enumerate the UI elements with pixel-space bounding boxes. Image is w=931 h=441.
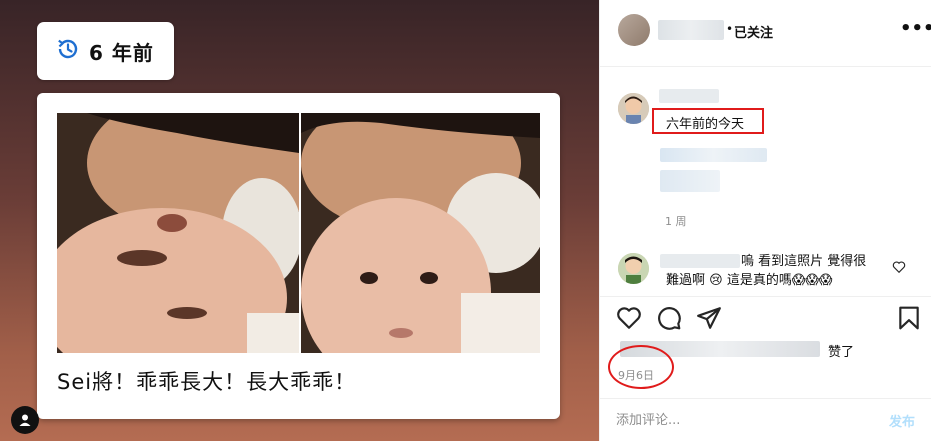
caption-redacted-2: [660, 170, 720, 192]
photo-father-baby-right: [301, 113, 540, 353]
caption-time-ago: 1 周: [665, 215, 687, 228]
heart-icon[interactable]: [616, 305, 642, 331]
author-name-redacted[interactable]: [658, 20, 724, 40]
caption-redacted-1: [660, 148, 767, 162]
comment-line-2: 難過啊 😢 這是真的嗎😱😱😱: [666, 273, 833, 288]
paper-plane-icon[interactable]: [696, 305, 722, 331]
post-caption-text: Sei將！乖乖長大！長大乖乖！: [57, 370, 357, 394]
post-comment-button[interactable]: 发布: [889, 411, 915, 430]
add-comment-bar: 发布: [600, 398, 931, 441]
instagram-post-view: 6 年前 Sei將！乖乖長大！長大乖乖！ • 已关注 •• 六年前的今天 1 周…: [0, 0, 931, 441]
comment-text: 嗚 看到這照片 覺得很 難過啊 😢 這是真的嗎😱😱😱: [666, 252, 886, 290]
post-image[interactable]: 6 年前 Sei將！乖乖長大！長大乖乖！: [0, 0, 599, 441]
author-avatar[interactable]: [618, 14, 650, 46]
post-date[interactable]: 9月6日: [618, 367, 654, 383]
photo-father-baby-left: [57, 113, 299, 353]
heart-outline-icon[interactable]: [892, 259, 906, 274]
user-tag-icon[interactable]: [11, 406, 39, 434]
history-clock-icon: [55, 36, 81, 66]
action-bar: [600, 296, 931, 340]
post-header: • 已关注 •••: [600, 0, 931, 67]
add-comment-input[interactable]: [616, 409, 866, 431]
comment-line-1: 嗚 看到這照片 覺得很: [741, 254, 867, 269]
follow-status[interactable]: 已关注: [734, 22, 773, 41]
caption-highlight-text: 六年前的今天: [666, 117, 745, 132]
highlight-box: 六年前的今天: [652, 108, 764, 134]
caption-author-redacted: [659, 89, 719, 103]
likes-suffix: 赞了: [828, 345, 855, 360]
header-separator: •: [726, 22, 734, 36]
caption-author-avatar[interactable]: [618, 93, 649, 124]
bookmark-icon[interactable]: [896, 305, 922, 331]
memory-card: Sei將！乖乖長大！長大乖乖！: [37, 93, 560, 419]
memory-badge: 6 年前: [37, 22, 174, 80]
comment-bubble-icon[interactable]: [656, 305, 682, 331]
more-horizontal-icon[interactable]: •••: [900, 20, 931, 42]
post-side-panel: • 已关注 ••• 六年前的今天 1 周: [599, 0, 931, 441]
commenter-avatar[interactable]: [618, 253, 649, 284]
memory-label: 6 年前: [89, 40, 154, 65]
